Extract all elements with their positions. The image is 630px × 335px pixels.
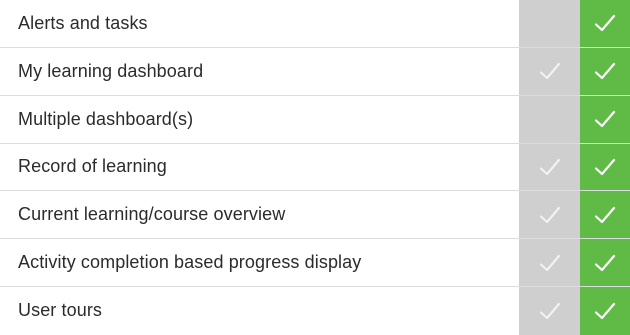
table-row: Multiple dashboard(s)	[0, 95, 630, 144]
checkmark-icon	[539, 302, 560, 320]
plan-b-cell	[580, 287, 630, 335]
feature-comparison-table: Alerts and tasks My learning dashboard M…	[0, 0, 630, 335]
plan-a-cell	[519, 95, 580, 143]
checkmark-icon	[539, 158, 560, 176]
checkmark-icon	[594, 63, 616, 80]
feature-label: Activity completion based progress displ…	[18, 252, 362, 273]
plan-a-cell	[519, 0, 580, 47]
plan-a-cell	[519, 287, 580, 335]
checkmark-icon	[539, 206, 560, 223]
feature-label: Current learning/course overview	[18, 204, 286, 225]
feature-label: User tours	[18, 300, 103, 321]
plan-b-cell	[580, 239, 630, 287]
table-row: Activity completion based progress displ…	[0, 239, 630, 288]
plan-a-cell	[519, 143, 580, 191]
plan-b-cell	[580, 191, 630, 239]
table-row: Alerts and tasks	[0, 0, 630, 48]
plan-b-cell	[580, 143, 630, 191]
feature-label: Multiple dashboard(s)	[18, 108, 194, 129]
plan-a-cell	[519, 191, 580, 239]
checkmark-icon	[594, 111, 616, 128]
checkmark-icon	[594, 206, 616, 223]
feature-label: My learning dashboard	[18, 60, 204, 81]
plan-b-cell	[580, 47, 630, 95]
checkmark-icon	[594, 15, 616, 32]
feature-label: Alerts and tasks	[18, 12, 148, 33]
table-row: Current learning/course overview	[0, 191, 630, 240]
feature-label: Record of learning	[18, 156, 167, 177]
checkmark-icon	[594, 254, 616, 271]
checkmark-icon	[594, 158, 616, 176]
plan-b-cell	[580, 0, 630, 47]
table-row: Record of learning	[0, 143, 630, 192]
plan-b-cell	[580, 95, 630, 143]
plan-a-cell	[519, 47, 580, 95]
checkmark-icon	[594, 302, 616, 320]
checkmark-icon	[539, 254, 560, 271]
table-row: User tours	[0, 287, 630, 335]
plan-a-cell	[519, 239, 580, 287]
checkmark-icon	[539, 63, 560, 80]
table-row: My learning dashboard	[0, 47, 630, 96]
